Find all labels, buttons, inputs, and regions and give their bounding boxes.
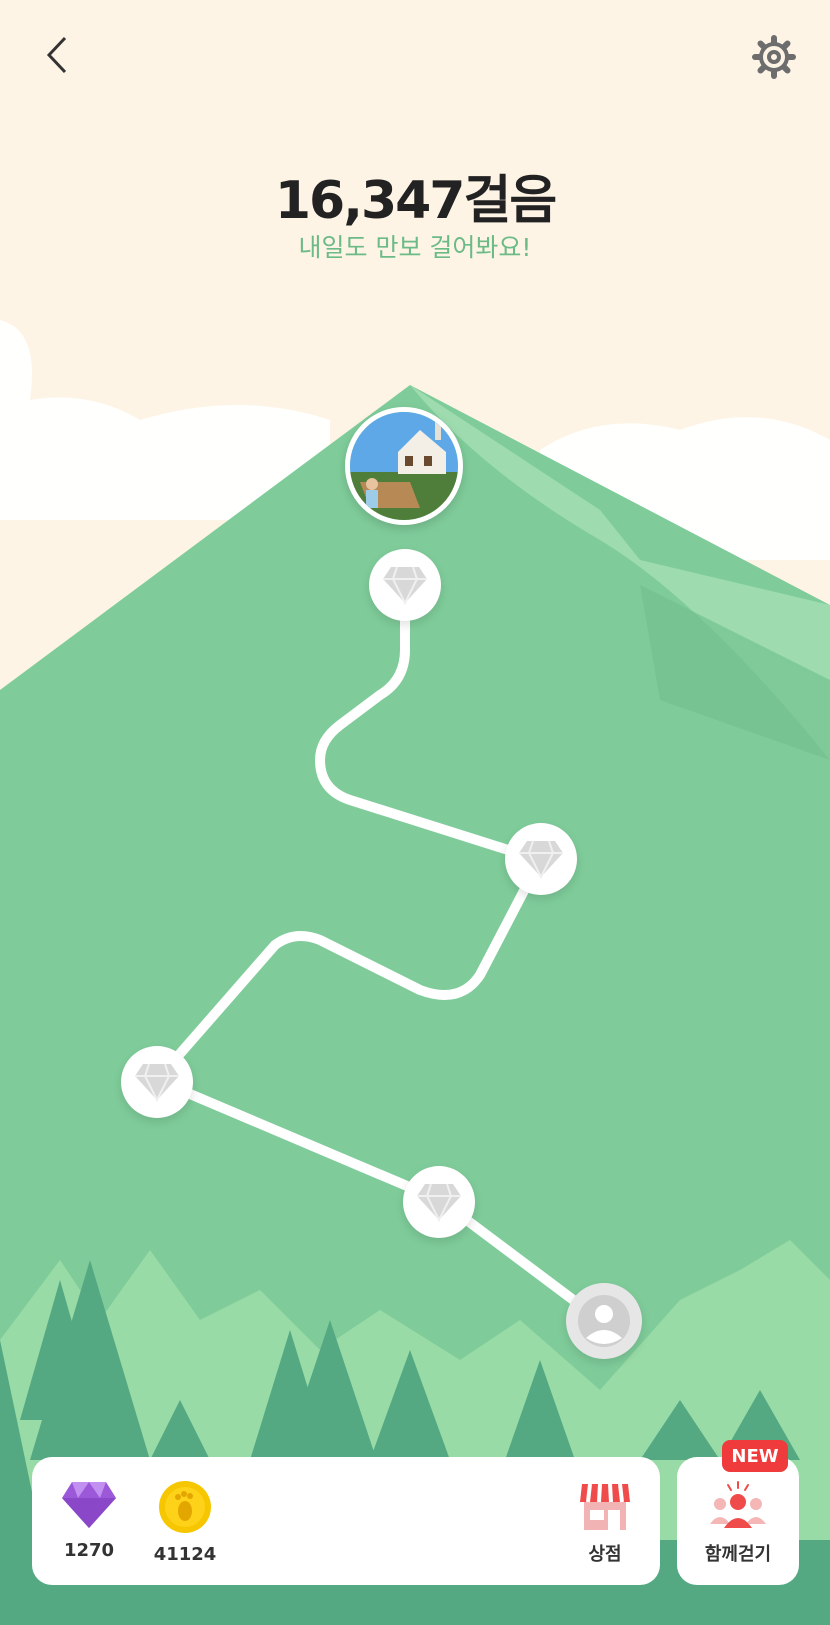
milestone-1[interactable] [369, 549, 441, 621]
user-icon [578, 1295, 630, 1347]
encouragement-message: 내일도 만보 걸어봐요! [298, 233, 532, 262]
group-people-icon [710, 1481, 766, 1528]
milestone-3[interactable] [121, 1046, 193, 1118]
diamond-icon [383, 566, 427, 605]
user-avatar-node[interactable] [566, 1283, 642, 1359]
diamond-icon [519, 840, 563, 879]
gear-icon [752, 35, 796, 79]
milestone-4[interactable] [403, 1166, 475, 1238]
coin-count: 41124 [153, 1544, 217, 1565]
gem-count: 1270 [63, 1540, 115, 1561]
shop-button[interactable]: 상점 [560, 1480, 650, 1566]
diamond-icon [417, 1183, 461, 1222]
walk-together-label: 함께걷기 [704, 1544, 772, 1565]
new-badge: NEW [722, 1440, 788, 1472]
diamond-icon [135, 1063, 179, 1102]
footprint-coin-icon [159, 1481, 211, 1533]
coin-balance[interactable]: 41124 [140, 1480, 230, 1565]
walk-together-button[interactable]: 함께걷기 [677, 1480, 799, 1566]
chevron-left-icon [46, 36, 67, 74]
photo-landscape [350, 412, 458, 520]
purple-diamond-icon [62, 1482, 116, 1528]
goal-photo[interactable] [345, 407, 463, 525]
back-button[interactable] [27, 25, 87, 85]
settings-button[interactable] [744, 27, 804, 87]
gem-balance[interactable]: 1270 [44, 1480, 134, 1561]
step-count: 16,347걸음 [274, 171, 557, 231]
storefront-icon [580, 1483, 630, 1530]
shop-label: 상점 [588, 1544, 622, 1565]
milestone-2[interactable] [505, 823, 577, 895]
